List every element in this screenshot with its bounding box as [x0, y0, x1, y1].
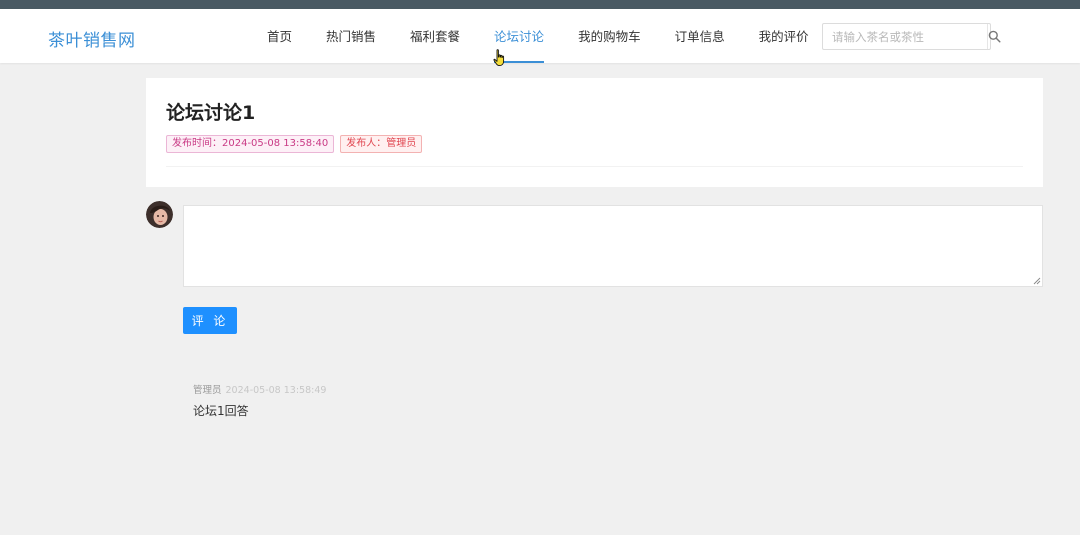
nav-item-home[interactable]: 首页: [250, 9, 309, 63]
search-box: [822, 23, 1001, 50]
post-meta-tags: 发布时间：2024-05-08 13:58:40 发布人：管理员: [166, 135, 423, 153]
nav-item-cart[interactable]: 我的购物车: [561, 9, 658, 63]
submit-comment-button[interactable]: 评 论: [183, 307, 237, 334]
user-avatar: [146, 201, 173, 228]
publish-time-badge: 发布时间：2024-05-08 13:58:40: [166, 135, 335, 153]
reply-time: 2024-05-08 13:58:49: [225, 385, 327, 396]
reply-author: 管理员: [193, 385, 222, 396]
nav-item-hot-sales[interactable]: 热门销售: [309, 9, 393, 63]
publisher-badge: 发布人：管理员: [340, 135, 423, 153]
search-input[interactable]: [823, 24, 987, 49]
nav-item-packages[interactable]: 福利套餐: [393, 9, 477, 63]
resize-grip-icon[interactable]: [1033, 277, 1041, 285]
post-card: 论坛讨论1 发布时间：2024-05-08 13:58:40 发布人：管理员: [146, 78, 1043, 187]
nav-item-forum[interactable]: 论坛讨论: [477, 9, 561, 63]
site-logo[interactable]: 茶叶销售网: [48, 26, 136, 51]
reply-meta: 管理员 2024-05-08 13:58:49: [193, 382, 326, 396]
window-top-bar: [0, 0, 1080, 9]
comment-textarea[interactable]: [183, 205, 1043, 287]
post-title: 论坛讨论1: [166, 102, 256, 124]
search-button[interactable]: [987, 24, 1001, 49]
reply-content: 论坛1回答: [193, 404, 249, 418]
hand-pointer-cursor-icon: [493, 49, 505, 67]
card-divider: [166, 166, 1023, 167]
main-nav: 首页 热门销售 福利套餐 论坛讨论 我的购物车 订单信息 我的评价: [250, 9, 826, 63]
nav-item-orders[interactable]: 订单信息: [658, 9, 742, 63]
nav-item-my-reviews[interactable]: 我的评价: [742, 9, 826, 63]
search-icon: [988, 30, 1001, 43]
site-header: 茶叶销售网 首页 热门销售 福利套餐 论坛讨论 我的购物车 订单信息 我的评价: [0, 9, 1080, 67]
reply-item: 管理员 2024-05-08 13:58:49 论坛1回答: [193, 382, 326, 419]
